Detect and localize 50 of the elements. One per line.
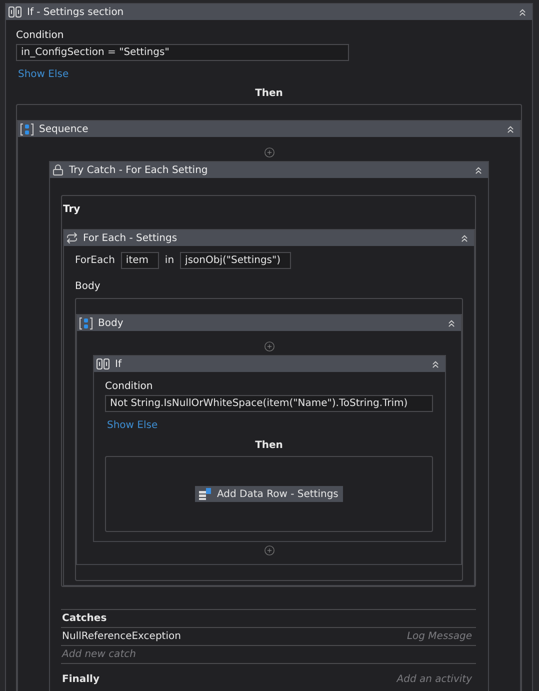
- activity-title: Try Catch - For Each Setting: [69, 164, 209, 176]
- add-catch-link[interactable]: Add new catch: [62, 649, 136, 660]
- collapse-icon[interactable]: [505, 124, 516, 134]
- add-activity-icon[interactable]: [264, 341, 275, 352]
- activity-title: Sequence: [39, 124, 90, 134]
- add-activity-icon[interactable]: [264, 147, 274, 158]
- activity-header[interactable]: Try Catch - For Each Setting: [50, 162, 488, 178]
- item-variable-field[interactable]: item: [120, 252, 159, 269]
- show-else-link[interactable]: Show Else: [107, 420, 158, 431]
- collapse-icon[interactable]: [473, 164, 484, 176]
- activity-card[interactable]: Add Data Row - Settings: [195, 486, 343, 502]
- condition-field[interactable]: Not String.IsNullOrWhiteSpace(item("Name").ToString.Trim): [105, 395, 433, 412]
- add-activity-hint[interactable]: Add an activity: [396, 674, 472, 684]
- add-activity-icon[interactable]: [264, 545, 275, 556]
- activity-title: Body: [98, 318, 124, 328]
- foreach-label: ForEach: [75, 255, 115, 266]
- exception-type[interactable]: NullReferenceException: [62, 631, 181, 642]
- then-label: Then: [255, 440, 283, 451]
- activity-title: Add Data Row - Settings: [217, 488, 338, 500]
- sequence-icon: [79, 316, 93, 330]
- collapse-icon[interactable]: [430, 358, 441, 370]
- activity-header[interactable]: Body: [77, 315, 461, 331]
- show-else-link[interactable]: Show Else: [18, 69, 69, 80]
- condition-field[interactable]: in_ConfigSection = "Settings": [16, 44, 349, 61]
- activity-header[interactable]: If - Settings section: [6, 4, 532, 20]
- branch-icon: [8, 6, 22, 18]
- loop-icon: [66, 232, 78, 244]
- branch-icon: [96, 358, 110, 370]
- in-label: in: [164, 255, 174, 266]
- finally-label: Finally: [62, 674, 100, 684]
- activity-title: For Each - Settings: [83, 232, 178, 244]
- data-table-icon: [198, 488, 211, 500]
- body-label: Body: [75, 281, 102, 292]
- lock-icon: [52, 164, 64, 176]
- condition-label: Condition: [16, 30, 65, 41]
- activity-title: If: [115, 358, 123, 370]
- then-label: Then: [255, 88, 283, 99]
- catch-action[interactable]: Log Message: [406, 631, 472, 642]
- collapse-icon[interactable]: [446, 318, 457, 328]
- activity-header[interactable]: If: [94, 356, 445, 372]
- try-label: Try: [63, 204, 82, 215]
- collection-field[interactable]: jsonObj("Settings"): [180, 252, 292, 269]
- condition-label: Condition: [105, 381, 154, 392]
- sequence-icon: [20, 122, 34, 136]
- collapse-icon[interactable]: [459, 232, 470, 244]
- activity-title: If - Settings section: [27, 6, 125, 18]
- activity-header[interactable]: For Each - Settings: [64, 230, 474, 246]
- catches-label: Catches: [62, 613, 107, 624]
- activity-header[interactable]: Sequence: [18, 121, 520, 137]
- collapse-icon[interactable]: [517, 6, 528, 18]
